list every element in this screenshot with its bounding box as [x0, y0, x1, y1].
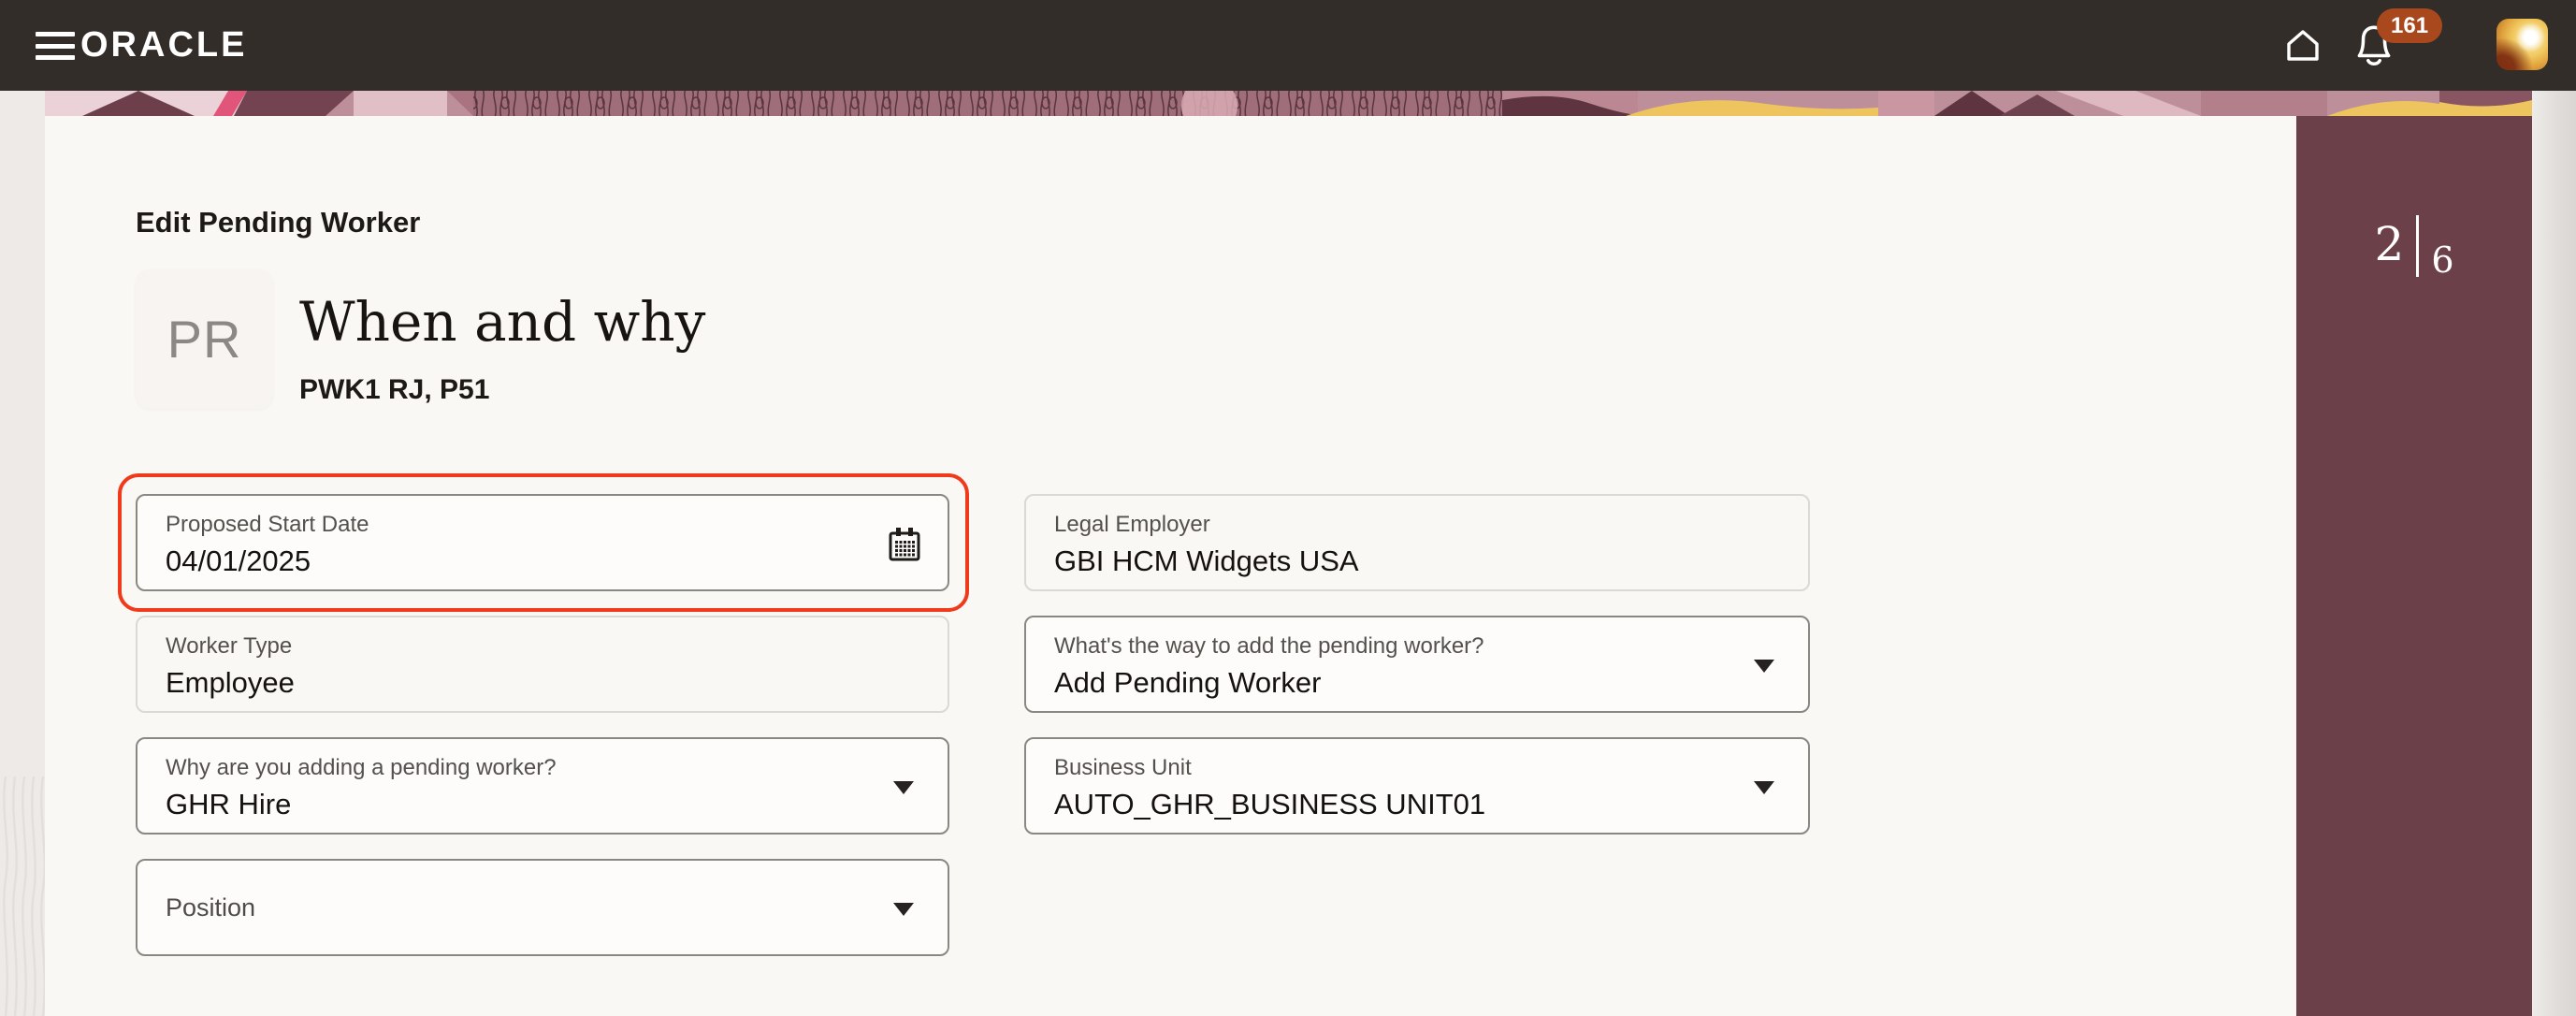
field-value: GBI HCM Widgets USA [1054, 544, 1359, 577]
field-label: Proposed Start Date [166, 512, 369, 537]
field-label: Business Unit [1054, 755, 1192, 780]
step-current: 2 [2374, 217, 2405, 271]
home-icon[interactable] [2282, 24, 2323, 70]
oracle-logo: ORACLE [80, 25, 248, 65]
field-label: Worker Type [166, 633, 293, 659]
step-total: 6 [2431, 239, 2454, 281]
app-screen: ORACLE 161 Edit Pending Worker PR When a… [0, 0, 2576, 1016]
step-indicator: 2 6 [2296, 116, 2532, 279]
user-avatar[interactable] [2496, 19, 2548, 70]
way-to-add-dropdown[interactable]: What's the way to add the pending worker… [1024, 616, 1810, 713]
worker-initials-avatar: PR [136, 269, 273, 409]
page-title: Edit Pending Worker [136, 206, 421, 239]
section-heading: When and why [299, 290, 706, 354]
chevron-down-icon[interactable] [893, 781, 914, 794]
worker-name: PWK1 RJ, P51 [299, 374, 490, 405]
chevron-down-icon[interactable] [1754, 781, 1774, 794]
chevron-down-icon[interactable] [1754, 660, 1774, 673]
page-right-gutter [2532, 91, 2576, 1016]
menu-icon[interactable] [36, 32, 75, 60]
topbar: ORACLE 161 [0, 0, 2576, 91]
legal-employer-field: Legal Employer GBI HCM Widgets USA [1024, 494, 1810, 591]
notification-count-badge[interactable]: 161 [2377, 8, 2443, 43]
main-content-card: Edit Pending Worker PR When and why PWK1… [45, 116, 2296, 1016]
chevron-down-icon[interactable] [893, 903, 914, 916]
field-label: Legal Employer [1054, 512, 1210, 537]
step-divider [2416, 215, 2420, 277]
field-label: What's the way to add the pending worker… [1054, 633, 1484, 659]
field-label: Position [166, 893, 256, 922]
field-label: Why are you adding a pending worker? [166, 755, 557, 780]
worker-type-field: Worker Type Employee [136, 616, 949, 713]
watermark-pattern [0, 776, 46, 1016]
field-value: GHR Hire [166, 788, 292, 820]
field-value: Employee [166, 666, 295, 699]
decorative-banner [45, 91, 2532, 116]
business-unit-dropdown[interactable]: Business Unit AUTO_GHR_BUSINESS UNIT01 [1024, 737, 1810, 835]
position-dropdown[interactable]: Position [136, 859, 949, 956]
step-sidebar: 2 6 [2296, 116, 2532, 1016]
field-value: 04/01/2025 [166, 544, 311, 577]
why-adding-dropdown[interactable]: Why are you adding a pending worker? GHR… [136, 737, 949, 835]
calendar-icon[interactable] [886, 525, 923, 569]
proposed-start-date-field[interactable]: Proposed Start Date 04/01/2025 [136, 494, 949, 591]
field-value: AUTO_GHR_BUSINESS UNIT01 [1054, 788, 1486, 820]
field-value: Add Pending Worker [1054, 666, 1322, 699]
